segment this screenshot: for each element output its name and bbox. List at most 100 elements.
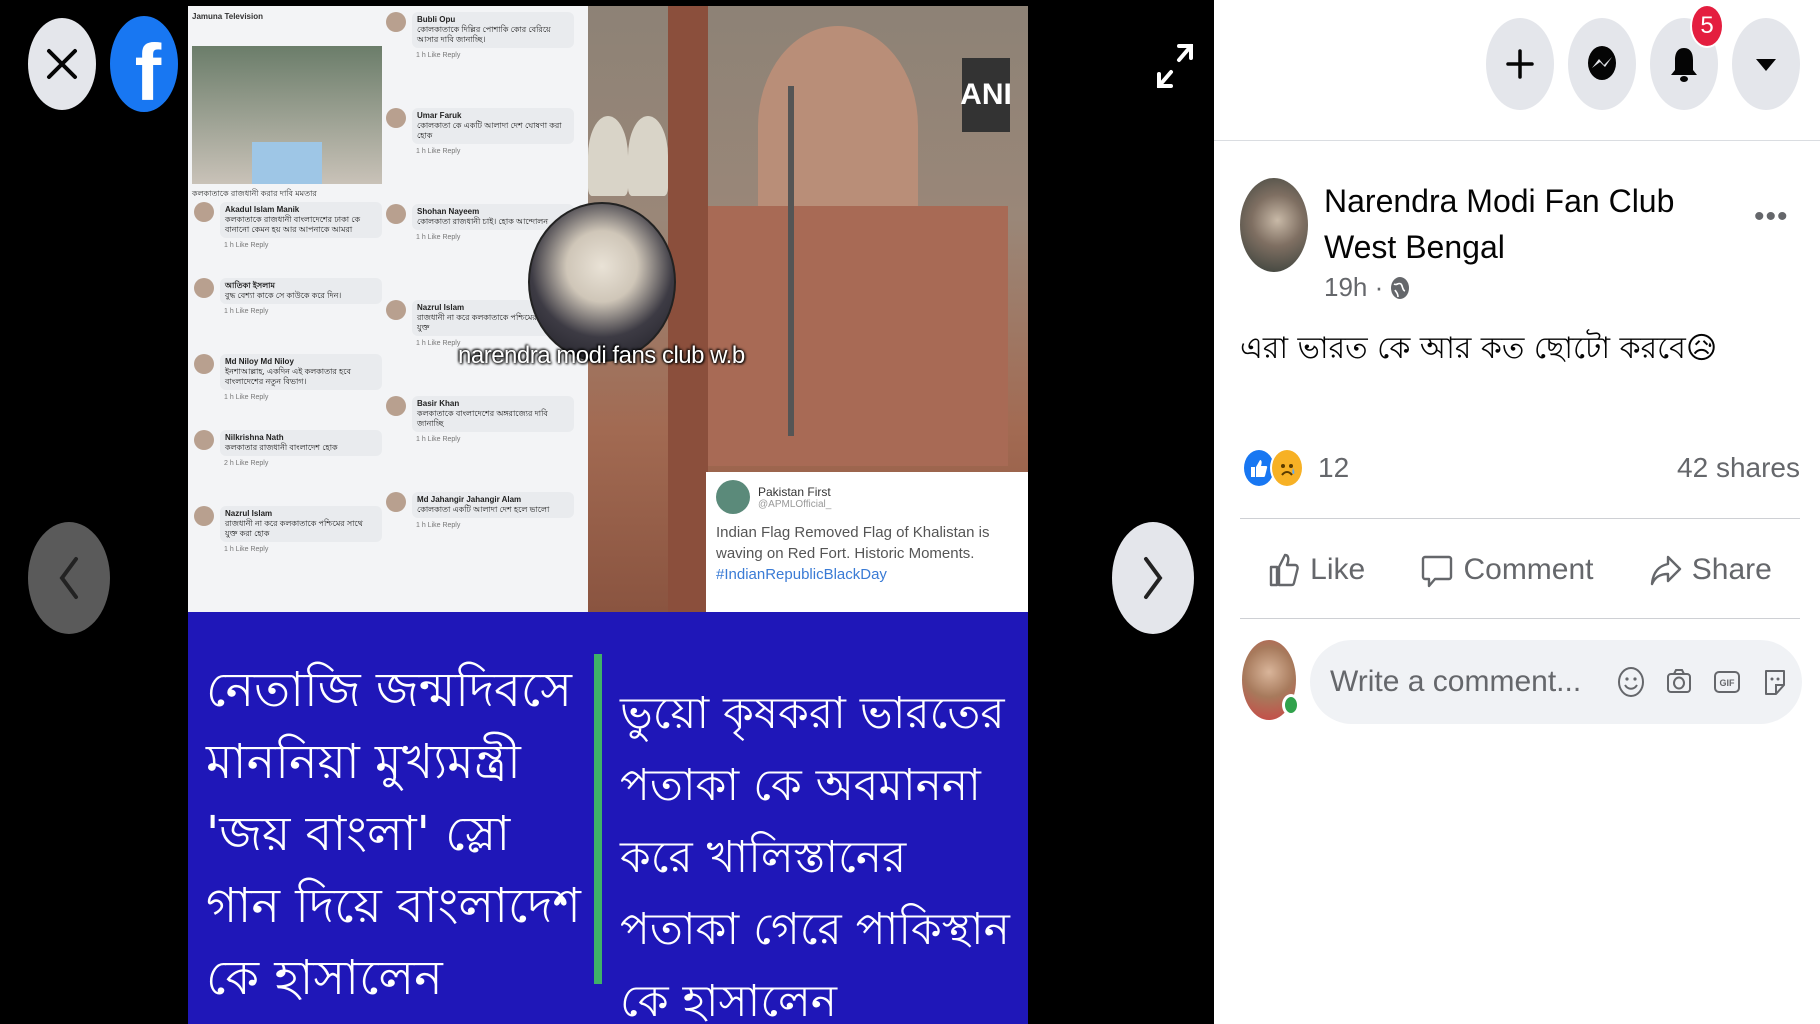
comment-meta: 2 h Like Reply (224, 460, 269, 467)
close-button[interactable] (28, 18, 96, 110)
comment-avatar (194, 278, 214, 298)
post-meta: 19h · (1324, 272, 1411, 303)
previous-photo-button[interactable] (28, 522, 110, 634)
comment-label: Comment (1463, 553, 1594, 586)
comment-text: কোলকাতাকে দিল্লির পোশাকি কোর বেরিয়ে আসা… (417, 25, 551, 44)
comment-bubble: Basir Khan কলকাতাকে বাংলাদেশের অঙ্গরাজ্যে… (412, 396, 574, 432)
like-button[interactable]: Like (1268, 551, 1365, 589)
comment-thumbnail: Md Niloy Md Niloy ইনশাআল্লাহ, একদিন এই কল… (194, 354, 382, 403)
comment-text: কলকাতাকে বাংলাদেশের অঙ্গরাজ্যের দাবি জান… (417, 409, 548, 428)
share-icon (1650, 555, 1681, 586)
tweet-text: Indian Flag Removed Flag of Khalistan is… (716, 524, 990, 562)
next-photo-button[interactable] (1112, 522, 1194, 634)
shares-count[interactable]: 42 shares (1677, 452, 1800, 484)
share-label: Share (1691, 553, 1772, 586)
comment-bubble: আতিকা ইসলাম বুদ্ধ বেশ্যা কাকে সে কাউকে কর… (220, 278, 382, 304)
reactions-summary[interactable]: 12 (1242, 448, 1349, 488)
thumbs-up-icon (1269, 553, 1299, 587)
share-button[interactable]: Share (1650, 551, 1772, 589)
comment-avatar (386, 492, 406, 512)
comment-author: Nilkrishna Nath (225, 433, 284, 442)
post-timestamp[interactable]: 19h · (1324, 272, 1383, 303)
online-status-indicator (1282, 694, 1300, 716)
comment-thumbnail: Md Jahangir Jahangir Alam কোলকাতা একটি আল… (386, 492, 574, 531)
sticker-icon[interactable] (1758, 662, 1792, 702)
comment-text: কোলকাতা রাজধানী চাই। হোক আন্দোলন (417, 217, 549, 226)
svg-text:GIF: GIF (1720, 678, 1736, 688)
sad-reaction-icon (1270, 448, 1304, 488)
comment-thumbnail: Basir Khan কলকাতাকে বাংলাদেশের অঙ্গরাজ্যে… (386, 396, 574, 445)
like-label: Like (1310, 553, 1366, 586)
comment-avatar (386, 108, 406, 128)
plus-icon (1506, 49, 1534, 79)
fan-club-watermark: narendra modi fans club w.b (458, 342, 745, 369)
comment-author: Md Niloy Md Niloy (225, 357, 294, 366)
camera-icon[interactable] (1662, 662, 1696, 702)
more-options-button[interactable]: ••• (1754, 200, 1789, 234)
comment-bubble: Md Niloy Md Niloy ইনশাআল্লাহ, একদিন এই কল… (220, 354, 382, 390)
divider (1240, 518, 1800, 519)
comment-meta: 1 h Like Reply (416, 522, 461, 529)
comment-avatar (194, 506, 214, 526)
comment-meta: 1 h Like Reply (224, 546, 269, 553)
messenger-icon (1588, 46, 1616, 80)
comment-bubble: Nazrul Islam রাজধানী না করে কলকাতাকে পশ্চ… (220, 506, 382, 542)
comment-thumbnail: Bubli Opu কোলকাতাকে দিল্লির পোশাকি কোর বে… (386, 12, 574, 61)
comment-author: Basir Khan (417, 399, 460, 408)
comment-text: ইনশাআল্লাহ, একদিন এই কলকাতার হবে বাংলাদে… (225, 367, 351, 386)
author-avatar[interactable] (1240, 178, 1308, 272)
comment-avatar (194, 354, 214, 374)
close-icon (47, 49, 77, 79)
comment-icon (1422, 555, 1453, 588)
divider (1240, 618, 1800, 619)
comment-avatar (386, 396, 406, 416)
comment-bubble: Umar Faruk কোলকাতা কে একটি আলাদা দেশ ঘোষণ… (412, 108, 574, 144)
modi-portrait (528, 202, 676, 362)
comment-author: Nazrul Islam (225, 509, 273, 518)
comment-composer[interactable]: GIF (1310, 640, 1802, 724)
comment-meta: 1 h Like Reply (224, 308, 269, 315)
bell-icon (1671, 48, 1697, 82)
comment-author: Umar Faruk (417, 111, 462, 120)
comment-text: কলকাতার রাজধানী বাংলাদেশ হোক (225, 443, 338, 452)
comment-meta: 1 h Like Reply (416, 52, 461, 59)
comment-avatar (194, 202, 214, 222)
comment-bubble: Md Jahangir Jahangir Alam কোলকাতা একটি আল… (412, 492, 574, 518)
gif-icon[interactable]: GIF (1710, 662, 1744, 702)
facebook-logo[interactable]: f (110, 16, 178, 117)
messenger-button[interactable] (1568, 18, 1636, 110)
chevron-right-icon (1144, 557, 1163, 599)
reaction-count: 12 (1318, 452, 1350, 483)
post-text: এরা ভারত কে আর কত ছোটো করবে😥 (1240, 324, 1800, 375)
comment-author: আতিকা ইসলাম (225, 281, 275, 290)
create-button[interactable] (1486, 18, 1554, 110)
comment-avatar (194, 430, 214, 450)
comment-bubble: Bubli Opu কোলকাতাকে দিল্লির পোশাকি কোর বে… (412, 12, 574, 48)
comment-input[interactable] (1330, 665, 1600, 699)
globe-icon (1391, 276, 1410, 299)
chevron-left-icon (59, 557, 78, 599)
emoji-icon[interactable] (1614, 662, 1648, 702)
facebook-logo-letter: f (134, 28, 162, 117)
divider (1214, 140, 1820, 141)
tweet-author: Pakistan First (758, 484, 831, 499)
author-name[interactable]: Narendra Modi Fan Club West Bengal (1324, 178, 1704, 270)
comment-meta: 1 h Like Reply (416, 436, 461, 443)
comment-button[interactable]: Comment (1421, 551, 1594, 589)
photo-viewer: f Jamuna Television কলকাতাকে রাজধানী করা… (0, 0, 1214, 1024)
account-menu-button[interactable] (1732, 18, 1800, 110)
comment-meta: 1 h Like Reply (224, 242, 269, 249)
expand-button[interactable] (1148, 36, 1202, 96)
comment-avatar (386, 300, 406, 320)
post-image[interactable]: Jamuna Television কলকাতাকে রাজধানী করার … (188, 6, 1028, 1024)
news-caption: কলকাতাকে রাজধানী করার দাবি মমতার (192, 189, 317, 198)
caret-down-icon (1756, 59, 1776, 71)
comment-avatar (386, 12, 406, 32)
top-action-bar: 5 (1214, 0, 1820, 140)
tweet-handle: @APMLOfficial_ (758, 498, 832, 510)
news-thumbnail (192, 46, 382, 184)
comment-bubble: Akadul Islam Manik কলকাতাকে রাজধানী বাংলা… (220, 202, 382, 238)
post-details-panel: 5 Narendra Modi Fan Club West Bengal 19h… (1214, 0, 1820, 1024)
comment-avatar (386, 204, 406, 224)
post-actions: Like Comment Share (1240, 526, 1800, 614)
